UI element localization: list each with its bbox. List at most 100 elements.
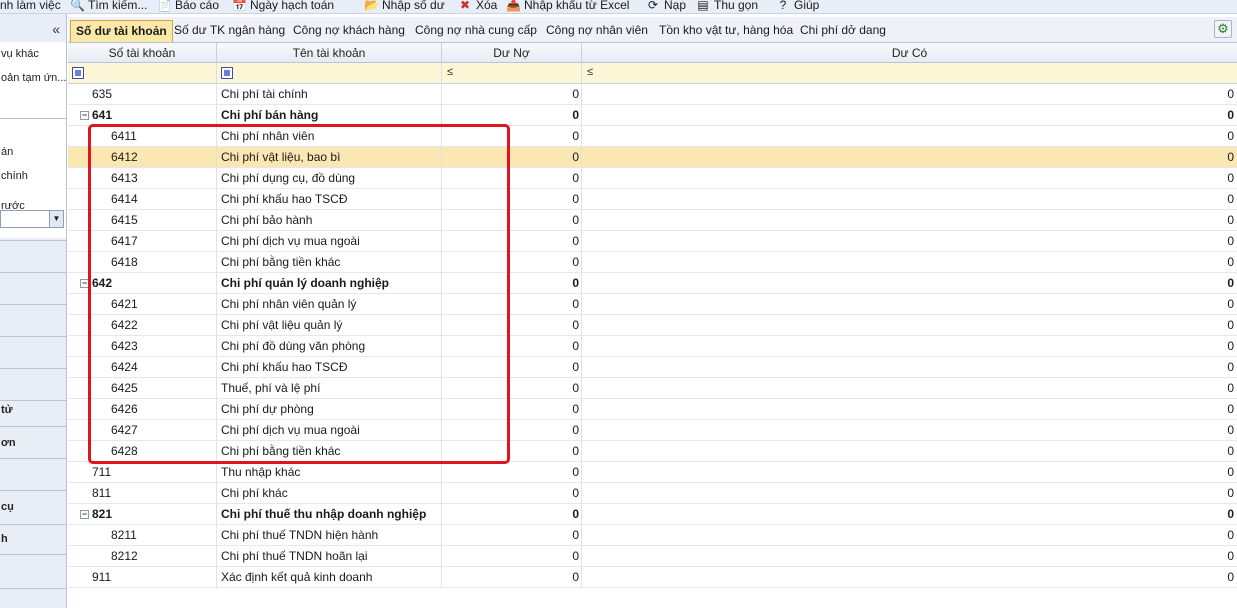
- table-row[interactable]: 6415 Chi phí bảo hành 0 0: [68, 210, 1237, 231]
- toolbar-item-1[interactable]: 🔍 Tìm kiếm...: [70, 0, 147, 13]
- cell-account-name[interactable]: Chi phí thuế TNDN hoãn lại: [217, 546, 442, 567]
- nav-item-2[interactable]: án: [0, 146, 66, 158]
- table-row[interactable]: −642 Chi phí quản lý doanh nghiệp 0 0: [68, 273, 1237, 294]
- cell-account-name[interactable]: Chi phí nhân viên: [217, 126, 442, 147]
- cell-account-name[interactable]: Chi phí vật liệu, bao bì: [217, 147, 442, 168]
- cell-account-name[interactable]: Chi phí bán hàng: [217, 105, 442, 126]
- cell-account-number[interactable]: −641: [68, 105, 217, 126]
- tab-1[interactable]: Số dư TK ngân hàng: [169, 20, 290, 42]
- cell-credit-balance[interactable]: 0: [582, 231, 1237, 252]
- column-header-debit-balance[interactable]: Dư Nợ: [442, 43, 582, 63]
- cell-debit-balance[interactable]: 0: [442, 546, 582, 567]
- table-row[interactable]: 811 Chi phí khác 0 0: [68, 483, 1237, 504]
- nav-item-7[interactable]: cụ: [0, 501, 66, 513]
- toolbar-item-4[interactable]: 📂 Nhập số dư: [364, 0, 445, 13]
- cell-credit-balance[interactable]: 0: [582, 462, 1237, 483]
- nav-item-0[interactable]: vụ khác: [0, 48, 66, 60]
- cell-account-name[interactable]: Xác định kết quả kinh doanh: [217, 567, 442, 588]
- cell-debit-balance[interactable]: 0: [442, 231, 582, 252]
- table-row[interactable]: 8211 Chi phí thuế TNDN hiện hành 0 0: [68, 525, 1237, 546]
- cell-debit-balance[interactable]: 0: [442, 357, 582, 378]
- cell-account-number[interactable]: 711: [68, 462, 217, 483]
- table-row[interactable]: −641 Chi phí bán hàng 0 0: [68, 105, 1237, 126]
- cell-credit-balance[interactable]: 0: [582, 189, 1237, 210]
- cell-debit-balance[interactable]: 0: [442, 252, 582, 273]
- cell-account-name[interactable]: Chi phí tài chính: [217, 84, 442, 105]
- cell-credit-balance[interactable]: 0: [582, 210, 1237, 231]
- cell-account-name[interactable]: Chi phí dụng cụ, đồ dùng: [217, 168, 442, 189]
- cell-account-number[interactable]: 6417: [68, 231, 217, 252]
- period-combobox[interactable]: ▼: [0, 210, 64, 228]
- cell-account-number[interactable]: 911: [68, 567, 217, 588]
- cell-account-number[interactable]: 8212: [68, 546, 217, 567]
- filter-condition-icon[interactable]: [221, 67, 233, 79]
- cell-debit-balance[interactable]: 0: [442, 126, 582, 147]
- collapse-panel-icon[interactable]: «: [52, 21, 60, 37]
- cell-account-name[interactable]: Chi phí khấu hao TSCĐ: [217, 357, 442, 378]
- cell-account-number[interactable]: 6426: [68, 399, 217, 420]
- table-row[interactable]: 6423 Chi phí đồ dùng văn phòng 0 0: [68, 336, 1237, 357]
- table-row[interactable]: 6426 Chi phí dự phòng 0 0: [68, 399, 1237, 420]
- cell-account-name[interactable]: Thu nhập khác: [217, 462, 442, 483]
- cell-credit-balance[interactable]: 0: [582, 147, 1237, 168]
- column-header-account-name[interactable]: Tên tài khoản: [217, 43, 442, 63]
- cell-debit-balance[interactable]: 0: [442, 504, 582, 525]
- filter-cell-debit[interactable]: ≤: [442, 63, 582, 84]
- cell-debit-balance[interactable]: 0: [442, 210, 582, 231]
- table-row[interactable]: 6421 Chi phí nhân viên quản lý 0 0: [68, 294, 1237, 315]
- toolbar-item-9[interactable]: ? Giúp: [776, 0, 820, 13]
- toolbar-item-7[interactable]: ⟳ Nạp: [646, 0, 686, 13]
- cell-credit-balance[interactable]: 0: [582, 126, 1237, 147]
- cell-account-number[interactable]: 6415: [68, 210, 217, 231]
- collapse-row-icon[interactable]: −: [80, 111, 89, 120]
- cell-debit-balance[interactable]: 0: [442, 378, 582, 399]
- cell-credit-balance[interactable]: 0: [582, 168, 1237, 189]
- toolbar-item-6[interactable]: 📥 Nhập khẩu từ Excel: [506, 0, 629, 13]
- cell-credit-balance[interactable]: 0: [582, 336, 1237, 357]
- cell-account-name[interactable]: Chi phí khấu hao TSCĐ: [217, 189, 442, 210]
- cell-account-number[interactable]: 6413: [68, 168, 217, 189]
- cell-account-name[interactable]: Chi phí bảo hành: [217, 210, 442, 231]
- cell-credit-balance[interactable]: 0: [582, 273, 1237, 294]
- cell-debit-balance[interactable]: 0: [442, 336, 582, 357]
- tab-6[interactable]: Chi phí dở dang: [795, 20, 891, 42]
- cell-account-name[interactable]: Chi phí đồ dùng văn phòng: [217, 336, 442, 357]
- table-row[interactable]: 6411 Chi phí nhân viên 0 0: [68, 126, 1237, 147]
- cell-credit-balance[interactable]: 0: [582, 504, 1237, 525]
- cell-account-number[interactable]: 6418: [68, 252, 217, 273]
- cell-debit-balance[interactable]: 0: [442, 84, 582, 105]
- cell-account-name[interactable]: Chi phí bằng tiền khác: [217, 441, 442, 462]
- cell-debit-balance[interactable]: 0: [442, 483, 582, 504]
- cell-account-name[interactable]: Chi phí vật liệu quản lý: [217, 315, 442, 336]
- cell-debit-balance[interactable]: 0: [442, 441, 582, 462]
- cell-account-number[interactable]: −821: [68, 504, 217, 525]
- table-row[interactable]: 6418 Chi phí bằng tiền khác 0 0: [68, 252, 1237, 273]
- cell-debit-balance[interactable]: 0: [442, 189, 582, 210]
- cell-debit-balance[interactable]: 0: [442, 315, 582, 336]
- toolbar-item-8[interactable]: ▤ Thu gọn: [696, 0, 758, 13]
- cell-credit-balance[interactable]: 0: [582, 357, 1237, 378]
- table-row[interactable]: 6425 Thuế, phí và lệ phí 0 0: [68, 378, 1237, 399]
- table-row[interactable]: 6422 Chi phí vật liệu quản lý 0 0: [68, 315, 1237, 336]
- table-row[interactable]: 6412 Chi phí vật liệu, bao bì 0 0: [68, 147, 1237, 168]
- cell-account-name[interactable]: Chi phí khác: [217, 483, 442, 504]
- cell-credit-balance[interactable]: 0: [582, 399, 1237, 420]
- table-row[interactable]: 6427 Chi phí dịch vụ mua ngoài 0 0: [68, 420, 1237, 441]
- cell-account-number[interactable]: 635: [68, 84, 217, 105]
- cell-debit-balance[interactable]: 0: [442, 105, 582, 126]
- column-header-credit-balance[interactable]: Dư Có: [582, 43, 1237, 63]
- table-row[interactable]: 6413 Chi phí dụng cụ, đồ dùng 0 0: [68, 168, 1237, 189]
- cell-credit-balance[interactable]: 0: [582, 567, 1237, 588]
- cell-account-name[interactable]: Chi phí dự phòng: [217, 399, 442, 420]
- cell-credit-balance[interactable]: 0: [582, 84, 1237, 105]
- cell-debit-balance[interactable]: 0: [442, 168, 582, 189]
- cell-account-number[interactable]: 6427: [68, 420, 217, 441]
- cell-account-number[interactable]: 6411: [68, 126, 217, 147]
- cell-credit-balance[interactable]: 0: [582, 294, 1237, 315]
- cell-credit-balance[interactable]: 0: [582, 546, 1237, 567]
- cell-debit-balance[interactable]: 0: [442, 399, 582, 420]
- tab-4[interactable]: Công nợ nhân viên: [541, 20, 653, 42]
- nav-item-8[interactable]: h: [0, 533, 66, 545]
- cell-account-number[interactable]: 8211: [68, 525, 217, 546]
- toolbar-item-0[interactable]: nh làm việc: [0, 0, 61, 13]
